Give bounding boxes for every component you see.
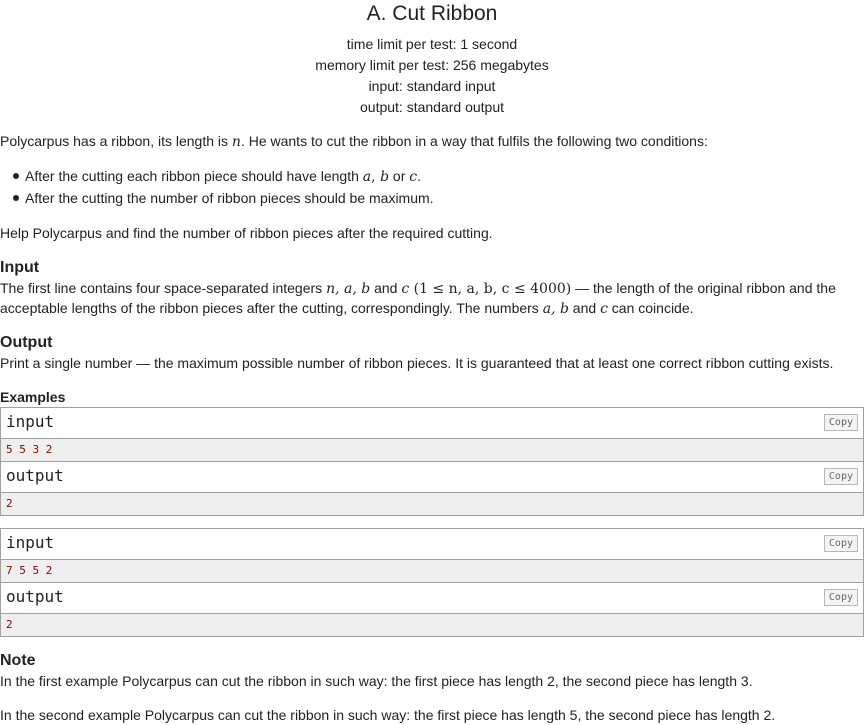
input-text: The first line contains four space-separ… xyxy=(0,280,327,296)
time-limit: time limit per test: 1 second xyxy=(346,36,518,52)
math-vars: n, a, b xyxy=(326,281,371,297)
math-var: c xyxy=(600,301,608,317)
input-text: — the length of the original ribbon and … xyxy=(571,280,836,296)
math-vars: a, b xyxy=(542,301,569,317)
statement-text: . He wants to cut the ribbon in a way th… xyxy=(240,133,708,149)
input-text: and xyxy=(370,280,402,296)
bullet-icon xyxy=(13,173,19,179)
sample-input-header: input Copy xyxy=(1,529,863,560)
sample-output-header: output Copy xyxy=(1,462,863,493)
output-section-title: Output xyxy=(0,334,53,351)
statement-paragraph-2: Help Polycarpus and find the number of r… xyxy=(0,225,493,241)
examples-title: Examples xyxy=(0,389,66,405)
sample-input-label: input xyxy=(6,412,55,431)
math-var: n xyxy=(231,134,241,150)
sample-test-1: input Copy 5 5 3 2 output Copy 2 xyxy=(0,407,864,516)
copy-button[interactable]: Copy xyxy=(823,589,858,606)
list-text: or xyxy=(389,168,410,184)
math-constraint: (1 ≤ n, a, b, c ≤ 4000) xyxy=(409,281,572,297)
input-file: input: standard input xyxy=(368,78,496,94)
list-text: After the cutting each ribbon piece shou… xyxy=(25,168,363,184)
sample-output-content: 2 xyxy=(1,493,863,515)
note-paragraph-2: In the second example Polycarpus can cut… xyxy=(0,707,776,723)
math-var: a xyxy=(362,169,372,185)
sample-output-content: 2 xyxy=(1,614,863,636)
input-section-title: Input xyxy=(0,259,40,276)
sample-input-header: input Copy xyxy=(1,408,863,439)
condition-item-1: After the cutting each ribbon piece shou… xyxy=(25,166,421,187)
sample-input-label: input xyxy=(6,533,55,552)
output-spec: Print a single number — the maximum poss… xyxy=(0,355,834,371)
math-var: c xyxy=(409,169,418,185)
sample-output-header: output Copy xyxy=(1,583,863,614)
statement-paragraph-1: Polycarpus has a ribbon, its length is n… xyxy=(0,131,860,152)
condition-item-2: After the cutting the number of ribbon p… xyxy=(25,190,434,206)
list-text: . xyxy=(417,168,421,184)
note-paragraph-1: In the first example Polycarpus can cut … xyxy=(0,673,753,689)
sample-output-label: output xyxy=(6,587,64,606)
copy-button[interactable]: Copy xyxy=(823,535,858,552)
math-var: c xyxy=(401,281,410,297)
math-punct: , xyxy=(371,169,381,185)
statement-text: Polycarpus has a ribbon, its length is xyxy=(0,133,232,149)
sample-test-2: input Copy 7 5 5 2 output Copy 2 xyxy=(0,528,864,637)
sample-output-label: output xyxy=(6,466,64,485)
problem-title: A. Cut Ribbon xyxy=(366,2,498,25)
math-var: b xyxy=(380,169,390,185)
output-file: output: standard output xyxy=(360,99,504,115)
sample-input-content: 5 5 3 2 xyxy=(1,439,863,462)
note-title: Note xyxy=(0,652,36,669)
input-spec-line-2: acceptable lengths of the ribbon pieces … xyxy=(0,298,860,319)
sample-input-content: 7 5 5 2 xyxy=(1,560,863,583)
input-text: and xyxy=(568,300,601,316)
copy-button[interactable]: Copy xyxy=(823,414,858,431)
bullet-icon xyxy=(13,195,19,201)
input-spec-line-1: The first line contains four space-separ… xyxy=(0,278,860,299)
memory-limit: memory limit per test: 256 megabytes xyxy=(315,57,549,73)
input-text: acceptable lengths of the ribbon pieces … xyxy=(0,300,543,316)
input-text: can coincide. xyxy=(607,300,694,316)
copy-button[interactable]: Copy xyxy=(823,468,858,485)
